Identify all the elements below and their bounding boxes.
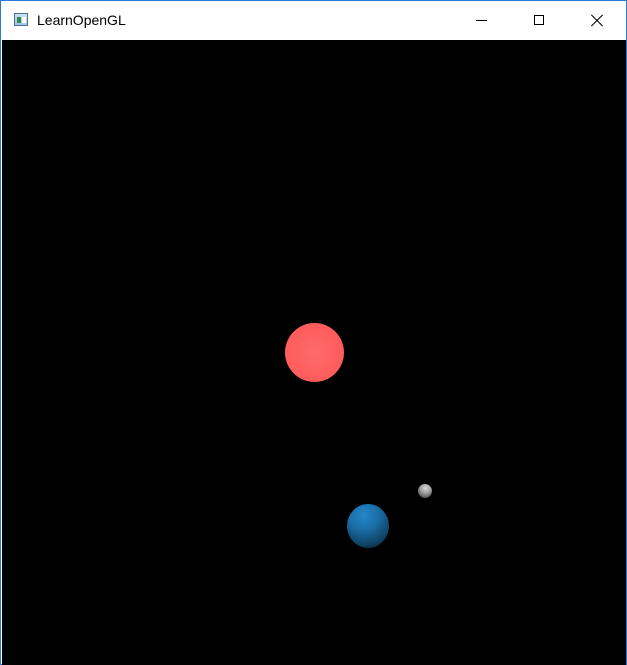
minimize-button[interactable] <box>452 1 510 39</box>
app-window: LearnOpenGL <box>0 0 627 665</box>
app-window-icon[interactable] <box>14 13 28 26</box>
close-button[interactable] <box>568 1 626 39</box>
window-title: LearnOpenGL <box>37 12 126 28</box>
maximize-button[interactable] <box>510 1 568 39</box>
close-icon <box>590 13 604 27</box>
maximize-icon <box>534 15 544 25</box>
opengl-render-viewport[interactable] <box>2 40 626 665</box>
minimize-icon <box>475 19 487 21</box>
title-bar[interactable]: LearnOpenGL <box>1 1 626 39</box>
moon-sphere <box>418 484 432 498</box>
planet-sphere <box>347 504 389 548</box>
sun-sphere <box>285 323 344 382</box>
